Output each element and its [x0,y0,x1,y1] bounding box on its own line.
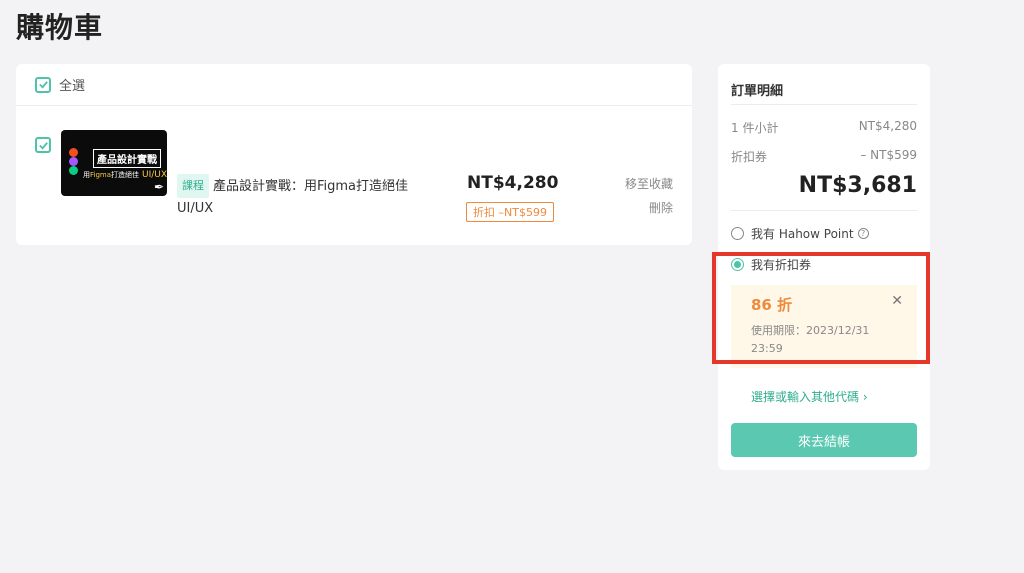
total-price: NT$3,681 [731,173,917,211]
cart-header: 全選 [16,64,692,106]
cart-item: 產品設計實戰 用Figma打造絕佳 UI/UX ✒ 課程 產品設計實戰：用Figma… [16,106,692,244]
check-icon [38,81,48,89]
point-option-label: 我有 Hahow Point [751,227,854,241]
coupon-row: 折扣券 – NT$599 [731,148,917,165]
item-price: NT$4,280 [467,173,559,193]
other-code-label: 選擇或輸入其他代碼 [751,390,860,404]
applied-coupon-card: 86 折 使用期限：2023/12/31 23:59 ✕ [731,285,917,368]
item-title[interactable]: 課程 產品設計實戰：用Figma打造絕佳UI/UX [177,174,437,220]
checkout-button[interactable]: 來去結帳 [731,423,917,457]
discount-badge: 折扣 –NT$599 [466,202,554,222]
item-checkbox[interactable] [35,137,51,153]
coupon-option-label: 我有折扣券 [751,258,812,272]
page-title: 購物車 [16,11,104,44]
subtotal-value: NT$4,280 [858,119,917,133]
coupon-option[interactable]: 我有折扣券 [731,256,917,273]
help-icon[interactable]: ? [857,228,869,239]
cart-card: 全選 產品設計實戰 用Figma打造絕佳 UI/UX ✒ 課程 產品設計實戰：用Fi… [16,64,692,245]
coupon-label: 折扣券 [731,150,768,164]
select-all-checkbox[interactable] [35,76,51,93]
chevron-right-icon: › [862,390,868,404]
course-tag: 課程 [177,174,209,198]
thumbnail-headline: 產品設計實戰 [93,149,161,168]
coupon-value: 86 折 [751,296,793,314]
subtotal-row: 1 件小計 NT$4,280 [731,119,917,136]
delete-link[interactable]: 刪除 [649,199,673,216]
select-all-label: 全選 [59,79,86,94]
thumbnail-subtitle: 用Figma打造絕佳 UI/UX [83,170,167,180]
coupon-expiry: 使用期限：2023/12/31 23:59 [751,324,870,355]
coupon-radio[interactable] [731,258,744,271]
other-code-link[interactable]: 選擇或輸入其他代碼 › [731,388,917,405]
move-to-favorites-link[interactable]: 移至收藏 [625,175,673,192]
course-title[interactable]: 產品設計實戰：用Figma打造絕佳UI/UX [177,179,408,217]
order-summary: 訂單明細 1 件小計 NT$4,280 折扣券 – NT$599 NT$3,68… [718,64,930,470]
course-thumbnail[interactable]: 產品設計實戰 用Figma打造絕佳 UI/UX ✒ [61,130,167,196]
check-icon [38,141,48,150]
pen-tool-icon: ✒ [153,180,164,194]
subtotal-label: 1 件小計 [731,121,779,135]
hahow-point-option[interactable]: 我有 Hahow Point ? [731,225,917,242]
figma-logo-icon [69,148,78,175]
point-radio[interactable] [731,227,744,240]
close-icon[interactable]: ✕ [891,293,903,309]
coupon-discount-value: – NT$599 [860,148,917,162]
summary-title: 訂單明細 [731,64,917,105]
